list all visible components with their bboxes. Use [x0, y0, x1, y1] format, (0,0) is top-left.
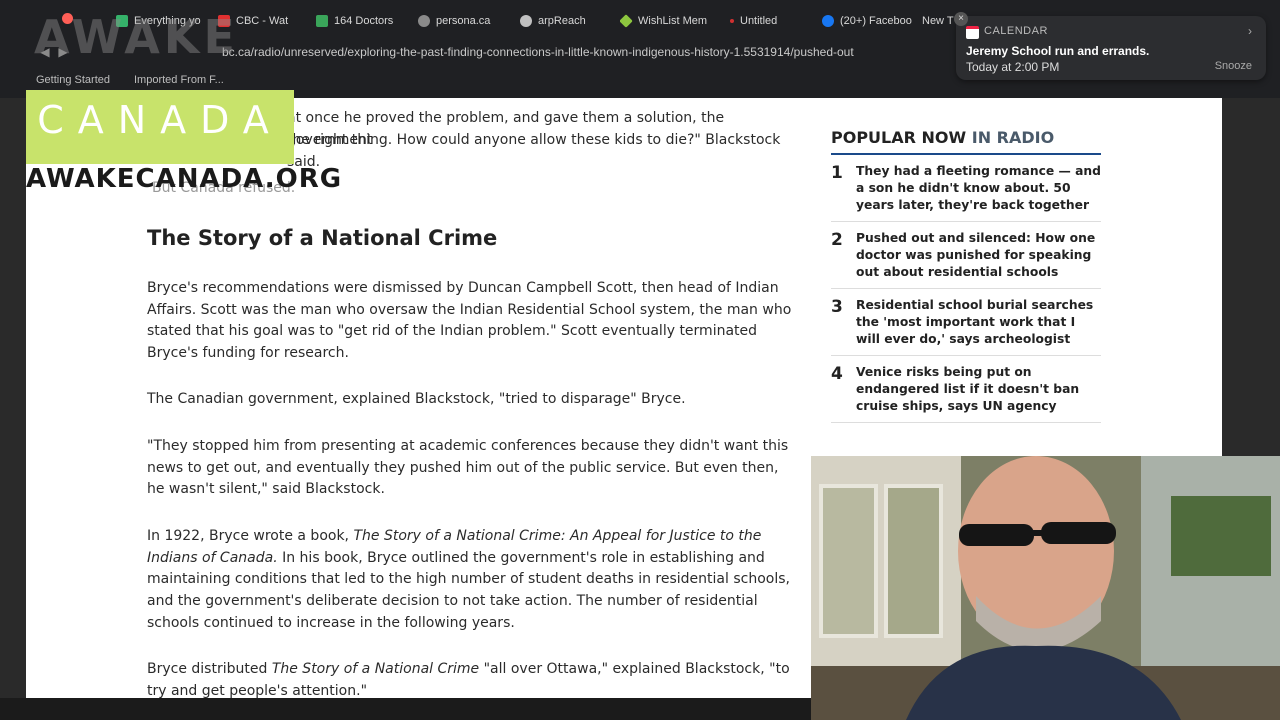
tab-label: (20+) Faceboo [840, 15, 912, 27]
popular-item-4[interactable]: 4 Venice risks being put on endangered li… [831, 356, 1101, 423]
chevron-right-icon[interactable]: › [1248, 24, 1252, 38]
calendar-icon [966, 26, 979, 39]
notification-app-name: CALENDAR [984, 25, 1048, 37]
tab-6[interactable]: Untitled [730, 10, 814, 32]
popular-rank: 2 [831, 230, 843, 250]
tab-4[interactable]: arpReach [520, 10, 610, 32]
webcam-overlay [811, 456, 1280, 720]
section-heading: The Story of a National Crime [147, 226, 498, 250]
article-paragraph: Bryce distributed The Story of a Nationa… [147, 659, 797, 698]
tab-favicon-icon [520, 15, 532, 27]
notification-time: Today at 2:00 PM [966, 60, 1060, 74]
text-run: In 1922, Bryce wrote a book, [147, 528, 354, 544]
popular-rank: 1 [831, 163, 843, 183]
tab-label: persona.ca [436, 15, 491, 27]
tab-8[interactable]: New T [922, 10, 956, 32]
popular-headline[interactable]: They had a fleeting romance — and a son … [856, 163, 1101, 214]
awake-canada-logo: AWAKE CANADA AWAKECANADA.ORG [26, 8, 343, 194]
tab-favicon-icon [316, 15, 328, 27]
tab-7[interactable]: (20+) Faceboo [822, 10, 912, 32]
tab-label: New T [922, 15, 954, 27]
tab-label: arpReach [538, 15, 586, 27]
tab-favicon-icon [418, 15, 430, 27]
popular-rank: 4 [831, 364, 843, 384]
text-run: Bryce distributed [147, 661, 272, 677]
notification-title: Jeremy School run and errands. [966, 44, 1150, 58]
tab-5[interactable]: WishList Mem [620, 10, 712, 32]
tab-favicon-icon [822, 15, 834, 27]
webcam-presenter-image [811, 456, 1280, 720]
close-icon[interactable]: × [954, 12, 968, 26]
taskbar-strip [0, 698, 811, 720]
article-paragraph: In 1922, Bryce wrote a book, The Story o… [147, 526, 797, 635]
book-title: The Story of a National Crime [271, 661, 480, 677]
popular-rank: 3 [831, 297, 843, 317]
url-text: bc.ca/radio/unreserved/exploring-the-pas… [222, 45, 854, 59]
calendar-notification[interactable]: × CALENDAR › Jeremy School run and erran… [954, 12, 1266, 80]
logo-top-text: AWAKE [34, 10, 239, 64]
tab-label: WishList Mem [638, 15, 708, 27]
logo-url-text: AWAKECANADA.ORG [26, 164, 343, 194]
snooze-button[interactable]: Snooze [1215, 60, 1252, 72]
tab-favicon-icon [620, 14, 633, 28]
article-paragraph: Bryce's recommendations were dismissed b… [147, 280, 792, 362]
article-paragraph: the right thing. How could anyone allow … [287, 132, 781, 170]
popular-now-panel: POPULAR NOW IN RADIO 1 They had a fleetin… [831, 128, 1101, 423]
popular-item-2[interactable]: 2 Pushed out and silenced: How one doctor… [831, 222, 1101, 289]
popular-title-accent: IN RADIO [971, 128, 1055, 147]
popular-item-1[interactable]: 1 They had a fleeting romance — and a son… [831, 155, 1101, 222]
tab-2[interactable]: 164 Doctors [316, 10, 408, 32]
article-paragraph: "They stopped him from presenting at aca… [147, 438, 789, 498]
tab-3[interactable]: persona.ca [418, 10, 508, 32]
popular-headline[interactable]: Residential school burial searches the '… [856, 297, 1101, 348]
tab-favicon-icon [730, 19, 734, 23]
logo-band-text: CANADA [37, 98, 283, 142]
popular-headline[interactable]: Venice risks being put on endangered lis… [856, 364, 1101, 415]
popular-headline[interactable]: Pushed out and silenced: How one doctor … [856, 230, 1101, 281]
tab-label: Untitled [740, 15, 778, 27]
popular-title: POPULAR NOW IN RADIO [831, 128, 1101, 155]
tab-label: 164 Doctors [334, 15, 394, 27]
article-paragraph: The Canadian government, explained Black… [147, 391, 686, 407]
popular-item-3[interactable]: 3 Residential school burial searches the … [831, 289, 1101, 356]
popular-title-text: POPULAR NOW [831, 128, 967, 147]
